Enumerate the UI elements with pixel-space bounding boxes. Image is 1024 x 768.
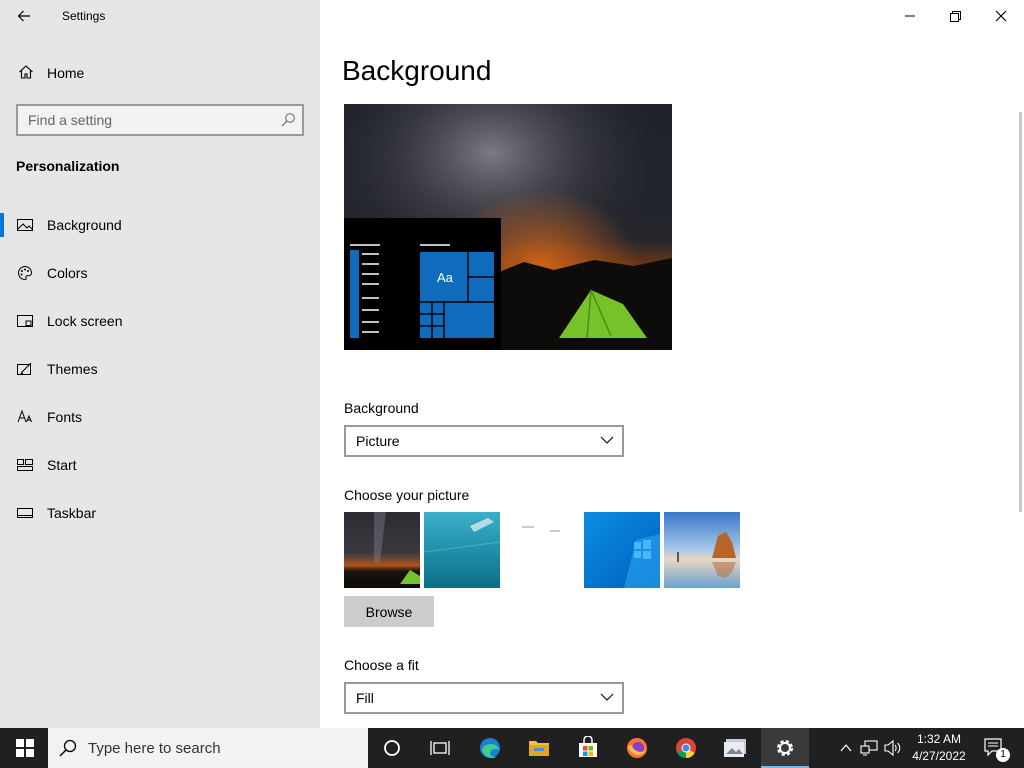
thumbnail-image bbox=[664, 512, 740, 588]
choose-picture-label: Choose your picture bbox=[344, 487, 470, 503]
sidebar-item-background[interactable]: Background bbox=[0, 205, 320, 245]
firefox-icon bbox=[627, 738, 647, 758]
clock-time: 1:32 AM bbox=[916, 732, 962, 746]
sidebar-item-taskbar[interactable]: Taskbar bbox=[0, 493, 320, 533]
start-button[interactable] bbox=[0, 728, 48, 768]
settings-taskbar-button[interactable] bbox=[761, 728, 809, 768]
home-nav-item[interactable]: Home bbox=[0, 60, 320, 88]
edge-icon bbox=[480, 738, 500, 759]
picture-thumbnail-blank[interactable] bbox=[504, 512, 580, 588]
taskbar-search-box[interactable]: Type here to search bbox=[48, 728, 368, 768]
thumbnail-image bbox=[424, 512, 500, 588]
windows-logo-icon bbox=[16, 739, 34, 757]
system-clock[interactable]: 1:32 AM 4/27/2022 bbox=[904, 731, 974, 765]
picture-thumbnail-beach[interactable] bbox=[664, 512, 740, 588]
network-icon bbox=[860, 740, 878, 756]
section-title: Personalization bbox=[16, 158, 120, 174]
task-view-icon bbox=[430, 741, 450, 755]
palette-icon bbox=[18, 265, 33, 281]
file-explorer-icon bbox=[529, 741, 549, 756]
picture-thumbnail-windows-blue[interactable] bbox=[584, 512, 660, 588]
thumbnail-image bbox=[584, 512, 660, 588]
sidebar-item-start[interactable]: Start bbox=[0, 445, 320, 485]
background-preview: Aa bbox=[344, 104, 672, 350]
preview-tile-text: Aa bbox=[437, 270, 453, 285]
fonts-icon bbox=[17, 409, 32, 423]
action-center-button[interactable]: 1 bbox=[978, 728, 1018, 768]
sidebar-item-label: Background bbox=[47, 217, 122, 233]
sidebar-item-colors[interactable]: Colors bbox=[0, 253, 320, 293]
show-hidden-icons-button[interactable] bbox=[836, 728, 856, 768]
sidebar-item-fonts[interactable]: Fonts bbox=[0, 397, 320, 437]
sidebar-item-label: Lock screen bbox=[47, 313, 123, 329]
thumbnail-image bbox=[344, 512, 420, 588]
restore-icon bbox=[950, 11, 961, 22]
background-type-dropdown[interactable]: Picture bbox=[344, 425, 624, 457]
home-icon bbox=[19, 65, 33, 79]
taskbar-search-placeholder: Type here to search bbox=[88, 740, 221, 757]
sidebar-item-label: Colors bbox=[47, 265, 88, 281]
chevron-down-icon bbox=[600, 436, 614, 444]
sidebar-item-label: Themes bbox=[47, 361, 98, 377]
clock-date: 4/27/2022 bbox=[912, 749, 966, 763]
themes-icon bbox=[17, 362, 32, 376]
chrome-icon bbox=[676, 738, 696, 759]
background-label: Background bbox=[344, 400, 419, 416]
browse-button[interactable]: Browse bbox=[344, 596, 434, 627]
volume-icon bbox=[884, 740, 901, 756]
search-icon bbox=[59, 739, 77, 757]
sidebar-item-label: Fonts bbox=[47, 409, 83, 425]
store-button[interactable] bbox=[564, 728, 612, 768]
sidebar-item-lock-screen[interactable]: Lock screen bbox=[0, 301, 320, 341]
close-icon bbox=[995, 10, 1007, 22]
cortana-icon bbox=[384, 740, 400, 756]
settings-search-box[interactable] bbox=[16, 104, 304, 136]
taskbar: Type here to search 1:32 AM 4/27/2022 1 bbox=[0, 728, 1024, 768]
chrome-button[interactable] bbox=[662, 728, 710, 768]
lock-screen-icon bbox=[17, 315, 33, 327]
sidebar: Settings Home Personalization Background… bbox=[0, 0, 320, 728]
settings-icon bbox=[777, 740, 793, 756]
scrollbar-thumb[interactable] bbox=[1019, 112, 1022, 512]
background-type-value: Picture bbox=[356, 433, 400, 449]
thumbnail-image bbox=[504, 512, 580, 588]
settings-search-input[interactable] bbox=[18, 106, 278, 134]
restore-button[interactable] bbox=[932, 0, 978, 32]
fit-value: Fill bbox=[356, 690, 374, 706]
preview-image bbox=[344, 104, 672, 350]
picture-thumbnail-milky-way[interactable] bbox=[344, 512, 420, 588]
network-button[interactable] bbox=[858, 728, 880, 768]
firefox-button[interactable] bbox=[613, 728, 661, 768]
search-icon[interactable] bbox=[280, 112, 296, 128]
picture-icon bbox=[17, 219, 33, 231]
home-label: Home bbox=[47, 65, 85, 81]
close-button[interactable] bbox=[978, 0, 1024, 32]
taskbar-icon bbox=[17, 508, 33, 518]
edge-button[interactable] bbox=[466, 728, 514, 768]
minimize-icon bbox=[905, 15, 915, 17]
chevron-down-icon bbox=[600, 693, 614, 701]
store-icon bbox=[579, 736, 597, 757]
chevron-up-icon bbox=[840, 744, 852, 752]
cortana-button[interactable] bbox=[368, 728, 416, 768]
sidebar-item-label: Start bbox=[47, 457, 77, 473]
task-view-button[interactable] bbox=[416, 728, 464, 768]
volume-button[interactable] bbox=[882, 728, 904, 768]
app-title: Settings bbox=[62, 9, 106, 23]
picture-thumbnail-underwater[interactable] bbox=[424, 512, 500, 588]
back-arrow-icon bbox=[17, 10, 30, 22]
start-icon bbox=[17, 459, 33, 471]
photos-icon bbox=[724, 739, 746, 757]
fit-dropdown[interactable]: Fill bbox=[344, 682, 624, 714]
minimize-button[interactable] bbox=[887, 0, 933, 32]
notification-count-badge: 1 bbox=[996, 748, 1010, 762]
sidebar-item-label: Taskbar bbox=[47, 505, 97, 521]
choose-fit-label: Choose a fit bbox=[344, 657, 419, 673]
photos-button[interactable] bbox=[711, 728, 759, 768]
sidebar-item-themes[interactable]: Themes bbox=[0, 349, 320, 389]
file-explorer-button[interactable] bbox=[515, 728, 563, 768]
page-title: Background bbox=[342, 55, 492, 86]
back-button[interactable] bbox=[12, 4, 36, 28]
